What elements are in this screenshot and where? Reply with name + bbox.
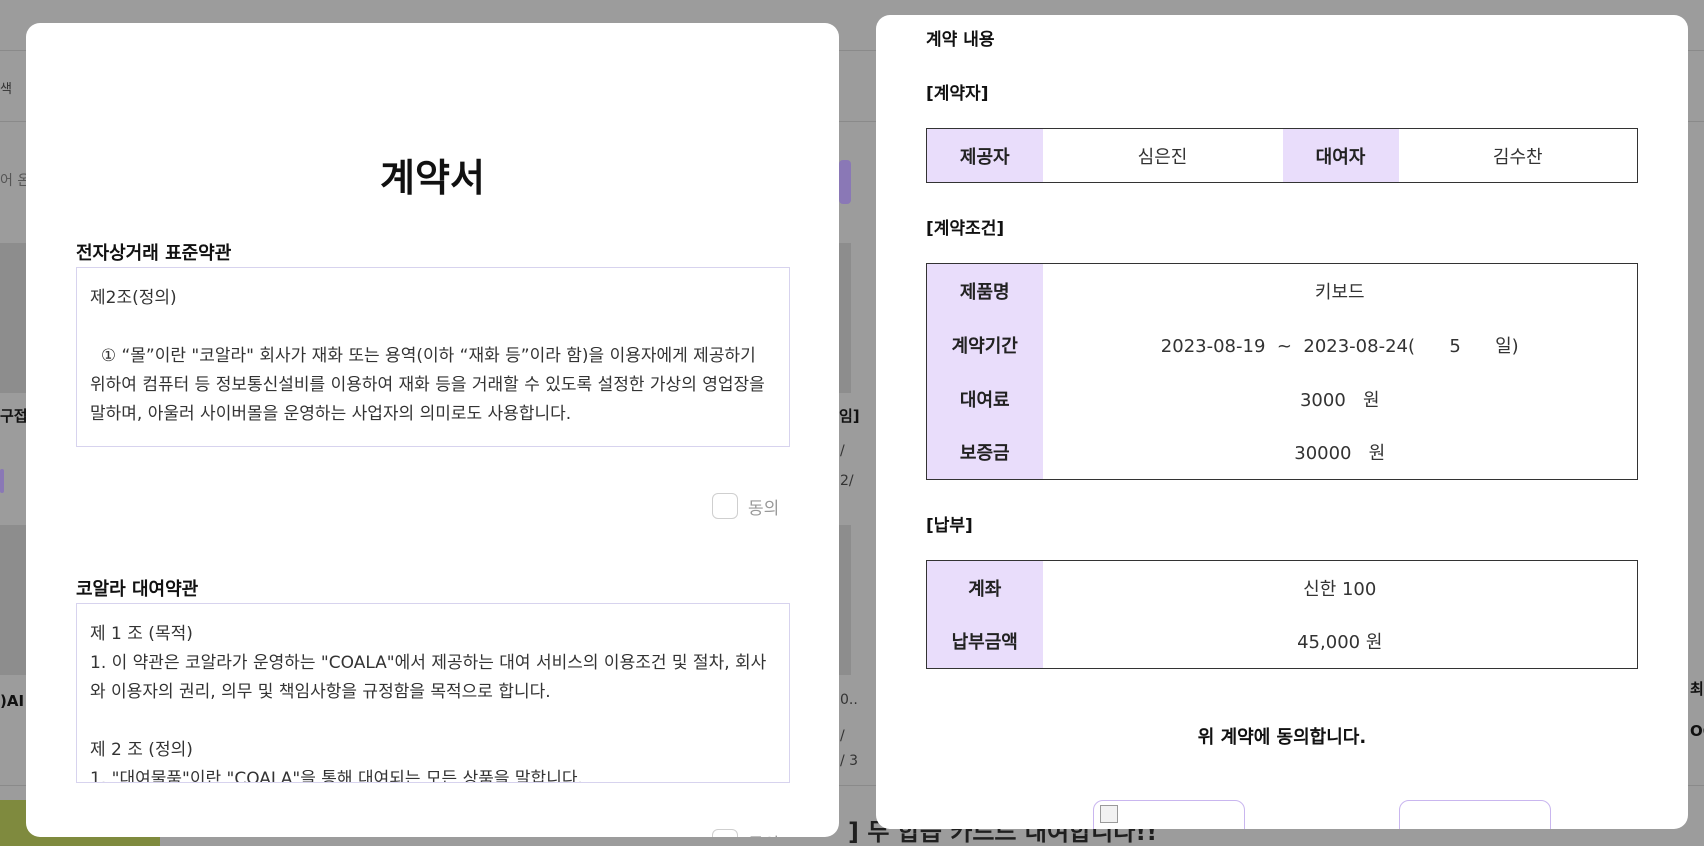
- product-label: 제품명: [926, 263, 1043, 318]
- bg-item-meta: 2/: [840, 473, 854, 489]
- terms-heading-rental: 코알라 대여약관: [76, 579, 199, 600]
- terms-text-ecommerce[interactable]: 제2조(정의) ① “몰”이란 "코알라" 회사가 재화 또는 용역(이하 “재…: [76, 267, 790, 447]
- borrower-signature-box[interactable]: [1399, 800, 1551, 829]
- account-value: 신한 100: [1303, 578, 1377, 600]
- terms-table: 제품명 키보드 계약기간 2023-08-19 ~ 2023-08-24( 5 …: [926, 263, 1638, 480]
- period-label: 계약기간: [926, 317, 1043, 372]
- bg-item-meta: OO: [1690, 722, 1704, 740]
- table-row: 대여료 3000 원: [926, 371, 1638, 426]
- contract-detail-title: 계약 내용: [926, 30, 995, 50]
- broken-image-icon: [1100, 805, 1118, 823]
- provider-signature-box[interactable]: [1093, 800, 1245, 829]
- contract-detail-modal: 계약 내용 [계약자] 제공자 심은진 대여자 김수찬 [계약조건] 제품명 키…: [876, 15, 1688, 829]
- product-value: 키보드: [1314, 281, 1365, 303]
- agree-label: 동의: [748, 498, 780, 519]
- bg-tag: [0, 469, 4, 493]
- parties-heading: [계약자]: [926, 84, 989, 104]
- agree-label: 동의: [748, 830, 779, 838]
- table-row: 제품명 키보드: [926, 263, 1638, 318]
- deposit-label: 보증금: [926, 425, 1043, 480]
- agree-statement: 위 계약에 동의합니다.: [1197, 727, 1367, 748]
- bg-product-image: [839, 525, 851, 675]
- fee-label: 대여료: [926, 371, 1043, 426]
- bg-search-label: 색: [0, 82, 12, 97]
- amount-label: 납부금액: [926, 614, 1043, 669]
- period-value: 2023-08-19 ~ 2023-08-24( 5 일): [1160, 335, 1519, 357]
- agree-checkbox-ecommerce[interactable]: 동의: [712, 493, 779, 519]
- agree-checkbox-rental[interactable]: 동의: [712, 829, 779, 837]
- table-row: 제공자 심은진 대여자 김수찬: [926, 128, 1638, 183]
- amount-value: 45,000 원: [1297, 632, 1383, 654]
- borrower-label: 대여자: [1282, 128, 1399, 183]
- bg-item-title: 임]: [839, 407, 860, 425]
- checkbox-icon[interactable]: [712, 829, 738, 837]
- account-label: 계좌: [926, 560, 1043, 615]
- bg-item-title: 구접: [0, 407, 28, 425]
- provider-label: 제공자: [926, 128, 1043, 183]
- bg-item-meta: 0..: [840, 692, 858, 708]
- terms-heading-ecommerce: 전자상거래 표준약관: [76, 243, 232, 264]
- bg-item-title: )AI: [0, 692, 25, 710]
- terms-text-rental[interactable]: 제 1 조 (목적) 1. 이 약관은 코알라가 운영하는 "COALA"에서 …: [76, 603, 790, 783]
- table-row: 계약기간 2023-08-19 ~ 2023-08-24( 5 일): [926, 317, 1638, 372]
- fee-value: 3000 원: [1299, 389, 1380, 411]
- provider-name: 심은진: [1137, 146, 1188, 168]
- parties-table: 제공자 심은진 대여자 김수찬: [926, 128, 1638, 183]
- bg-search-button: [839, 160, 851, 204]
- deposit-value: 30000 원: [1294, 443, 1386, 465]
- terms-heading: [계약조건]: [926, 219, 1005, 239]
- modal-title: 계약서: [380, 156, 485, 200]
- bg-item-meta: /: [840, 728, 845, 744]
- table-row: 계좌 신한 100: [926, 560, 1638, 615]
- table-row: 보증금 30000 원: [926, 425, 1638, 480]
- bg-item-meta: / 3: [840, 753, 859, 769]
- bg-product-image: [0, 525, 26, 675]
- bg-item-meta: /: [840, 443, 845, 459]
- borrower-name: 김수찬: [1492, 146, 1543, 168]
- payment-heading: [납부]: [926, 516, 973, 536]
- bg-item-title: 최: [1690, 680, 1704, 698]
- contract-terms-modal: 계약서 전자상거래 표준약관 제2조(정의) ① “몰”이란 "코알라" 회사가…: [26, 23, 839, 837]
- bg-product-image: [0, 243, 26, 393]
- table-row: 납부금액 45,000 원: [926, 614, 1638, 669]
- bg-product-image: [839, 243, 851, 393]
- checkbox-icon[interactable]: [712, 493, 738, 519]
- payment-table: 계좌 신한 100 납부금액 45,000 원: [926, 560, 1638, 669]
